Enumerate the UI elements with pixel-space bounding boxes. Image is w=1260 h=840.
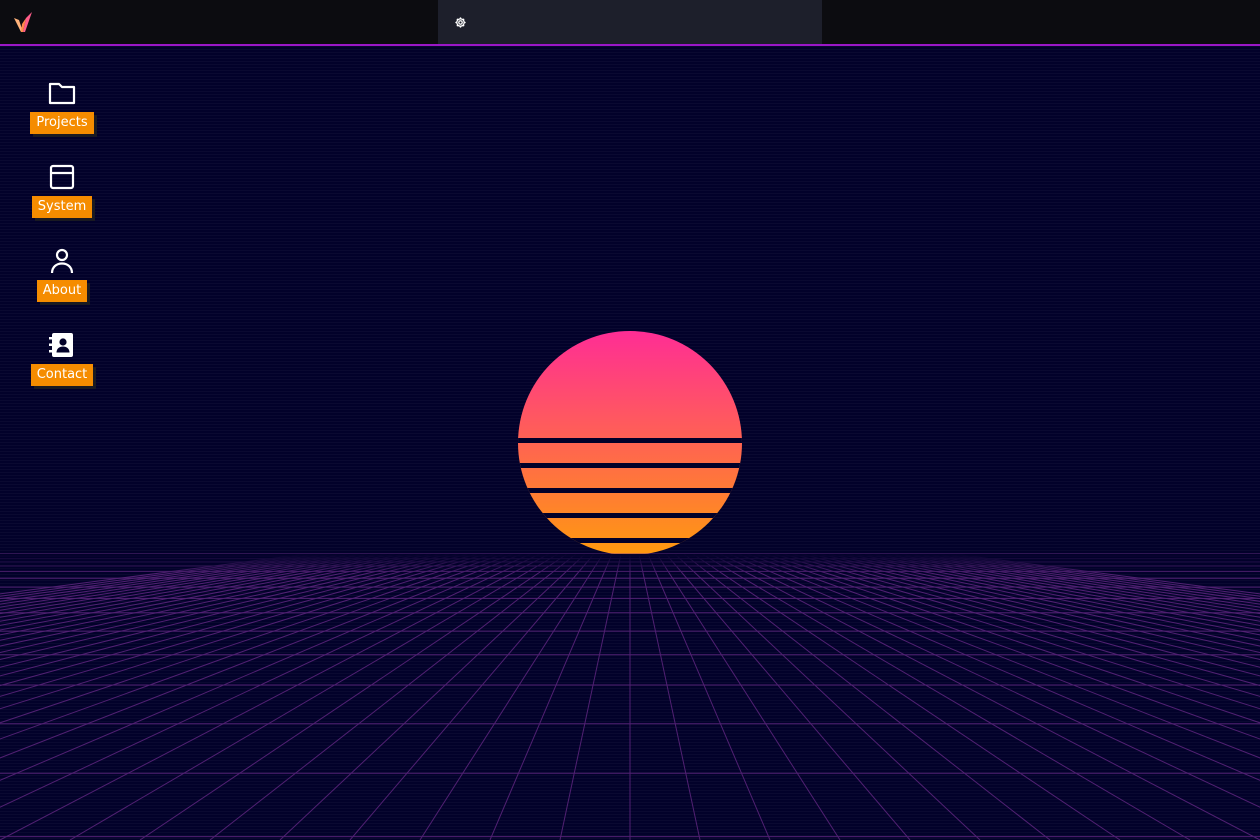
desktop-icon-about[interactable]: About [22, 246, 102, 302]
user-icon [50, 248, 74, 274]
desktop-icon-projects[interactable]: Projects [22, 78, 102, 134]
desktop-icon-label: Contact [30, 364, 94, 386]
settings-gear-icon[interactable] [454, 16, 467, 29]
desktop: Projects System About Contact [0, 46, 1260, 840]
desktop-icon-contact[interactable]: Contact [22, 330, 102, 386]
desktop-icon-label: System [31, 196, 93, 218]
top-bar [0, 0, 1260, 46]
desktop-icon-label: About [36, 280, 88, 302]
desktop-icon-system[interactable]: System [22, 162, 102, 218]
synthwave-background [0, 331, 1260, 840]
taskbar-strip[interactable] [438, 0, 822, 44]
address-book-icon [49, 333, 73, 357]
sun-graphic [518, 331, 742, 555]
desktop-icon-label: Projects [30, 112, 94, 134]
brand-logo-icon[interactable] [12, 10, 34, 34]
window-icon [49, 164, 75, 190]
folder-icon [48, 82, 76, 105]
